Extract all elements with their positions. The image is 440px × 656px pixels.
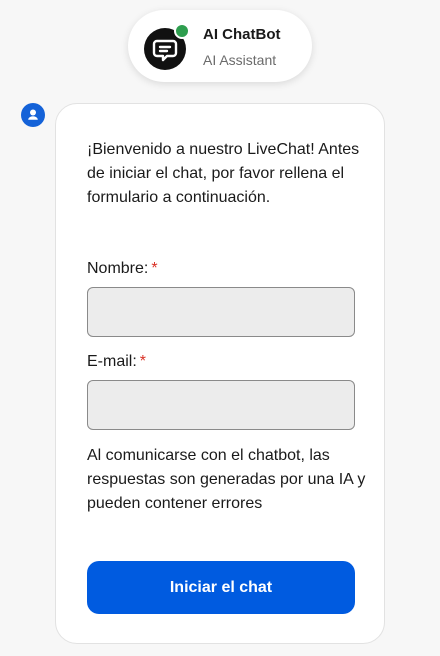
required-marker: * [139, 353, 147, 370]
email-label: E-mail: * [87, 353, 146, 371]
required-marker: * [151, 260, 158, 277]
bot-name: AI ChatBot [203, 26, 281, 43]
bot-subtitle: AI Assistant [203, 52, 277, 68]
email-label-text: E-mail: [87, 353, 137, 370]
welcome-message: ¡Bienvenido a nuestro LiveChat! Antes de… [87, 141, 360, 206]
start-chat-button[interactable]: Iniciar el chat [87, 561, 355, 614]
user-icon [21, 103, 45, 127]
name-label-text: Nombre: [87, 260, 149, 277]
name-label: Nombre: * [87, 260, 158, 278]
chat-widget: AI ChatBot AI Assistant ¡Bienvenido a nu… [0, 0, 440, 656]
bot-header: AI ChatBot AI Assistant [128, 10, 312, 82]
online-status-dot [174, 23, 190, 39]
ai-disclaimer: Al comunicarse con el chatbot, las respu… [87, 447, 366, 512]
name-input[interactable] [87, 287, 355, 337]
message-card: ¡Bienvenido a nuestro LiveChat! Antes de… [55, 103, 385, 644]
email-input[interactable] [87, 380, 355, 430]
